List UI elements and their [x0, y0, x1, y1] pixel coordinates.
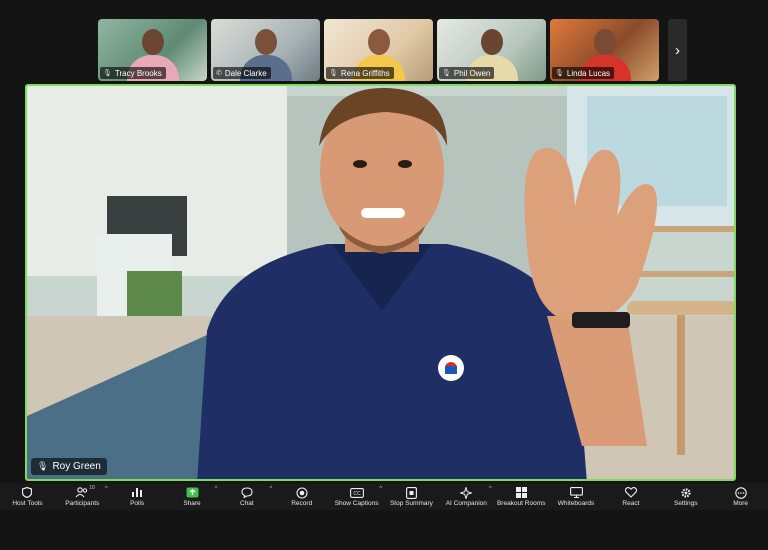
whiteboards-button[interactable]: Whiteboards	[549, 483, 604, 510]
shield-icon	[22, 486, 33, 499]
more-label: More	[733, 500, 748, 507]
chevron-up-icon[interactable]: ^	[269, 486, 272, 492]
chevron-up-icon[interactable]: ^	[489, 486, 492, 492]
participant-name: Tracy Brooks	[114, 68, 162, 78]
chevron-up-icon[interactable]: ^	[105, 486, 108, 492]
speaker-video-frame	[27, 86, 734, 479]
participant-name-label: 🎙 Phil Owen	[439, 67, 495, 79]
microphone-icon: 🎙	[329, 70, 338, 77]
settings-label: Settings	[673, 500, 698, 507]
chevron-right-icon: ›	[675, 41, 680, 59]
breakout-rooms-icon	[515, 486, 527, 499]
record-button[interactable]: Record	[274, 483, 329, 510]
speaker-name: Roy Green	[52, 461, 101, 472]
participants-icon: 10	[75, 485, 95, 499]
captions-icon: CC	[349, 486, 364, 499]
breakout-rooms-button[interactable]: Breakout Rooms	[494, 483, 549, 510]
ai-companion-icon	[460, 486, 473, 499]
share-icon	[186, 486, 199, 499]
participant-tile[interactable]: 🎙 Linda Lucas	[550, 19, 659, 81]
whiteboards-icon	[569, 486, 583, 499]
participant-filmstrip: 🎙 Tracy Brooks ✆ Dale Clarke 🎙 Rena Grif…	[98, 19, 659, 82]
participant-name-label: 🎙 Tracy Brooks	[100, 67, 166, 79]
meeting-toolbar: Host Tools 10 Participants ^ Polls Share…	[0, 483, 768, 510]
participant-name: Dale Clarke	[224, 68, 267, 78]
stop-summary-button[interactable]: Stop Summary	[384, 483, 439, 510]
settings-button[interactable]: Settings	[658, 483, 713, 510]
ai-companion-button[interactable]: AI Companion ^	[439, 483, 494, 510]
participant-name-label: ✆ Dale Clarke	[213, 67, 271, 79]
react-label: React	[622, 500, 640, 507]
ai-companion-label: AI Companion	[445, 500, 487, 507]
chat-button[interactable]: Chat ^	[219, 483, 274, 510]
participants-count-badge: 10	[89, 485, 95, 491]
participants-button[interactable]: 10 Participants ^	[55, 483, 110, 510]
show-captions-label: Show Captions	[334, 500, 379, 507]
share-button[interactable]: Share ^	[165, 483, 220, 510]
host-tools-button[interactable]: Host Tools	[0, 483, 55, 510]
filmstrip-next-button[interactable]: ›	[668, 19, 687, 81]
participant-tile[interactable]: 🎙 Phil Owen	[437, 19, 546, 81]
whiteboards-label: Whiteboards	[557, 500, 595, 507]
breakout-rooms-label: Breakout Rooms	[496, 500, 546, 507]
summary-icon	[405, 486, 417, 499]
microphone-icon: 🎙	[103, 70, 112, 77]
svg-text:CC: CC	[353, 491, 361, 497]
participant-tile[interactable]: ✆ Dale Clarke	[211, 19, 320, 81]
participant-tile[interactable]: 🎙 Tracy Brooks	[98, 19, 207, 81]
participant-name: Rena Griffiths	[340, 68, 390, 78]
more-button[interactable]: More	[713, 483, 768, 510]
participant-name: Linda Lucas	[566, 68, 611, 78]
show-captions-button[interactable]: CC Show Captions ^	[329, 483, 384, 510]
participant-name-label: 🎙 Rena Griffiths	[326, 67, 394, 79]
participant-tile[interactable]: 🎙 Rena Griffiths	[324, 19, 433, 81]
gear-icon	[680, 486, 692, 499]
react-icon	[624, 486, 637, 499]
stop-summary-label: Stop Summary	[389, 500, 433, 507]
chevron-up-icon[interactable]: ^	[215, 486, 218, 492]
more-icon	[734, 486, 747, 499]
active-speaker-video: 🎙 Roy Green	[25, 84, 736, 481]
participant-name: Phil Owen	[453, 68, 491, 78]
polls-button[interactable]: Polls	[110, 483, 165, 510]
polls-icon	[131, 486, 143, 499]
polls-label: Polls	[130, 500, 145, 507]
chevron-up-icon[interactable]: ^	[379, 486, 382, 492]
microphone-icon: 🎙	[37, 461, 49, 471]
share-label: Share	[183, 500, 201, 507]
chat-label: Chat	[240, 500, 254, 507]
host-tools-label: Host Tools	[12, 500, 43, 507]
phone-icon: ✆	[216, 70, 222, 77]
record-icon	[296, 486, 308, 499]
chat-icon	[241, 486, 253, 499]
window-bottom-area	[0, 510, 768, 550]
microphone-icon: 🎙	[442, 70, 451, 77]
microphone-icon: 🎙	[555, 70, 564, 77]
participants-label: Participants	[65, 500, 100, 507]
react-button[interactable]: React	[603, 483, 658, 510]
record-label: Record	[291, 500, 313, 507]
speaker-name-label: 🎙 Roy Green	[31, 458, 107, 475]
participant-name-label: 🎙 Linda Lucas	[552, 67, 615, 79]
